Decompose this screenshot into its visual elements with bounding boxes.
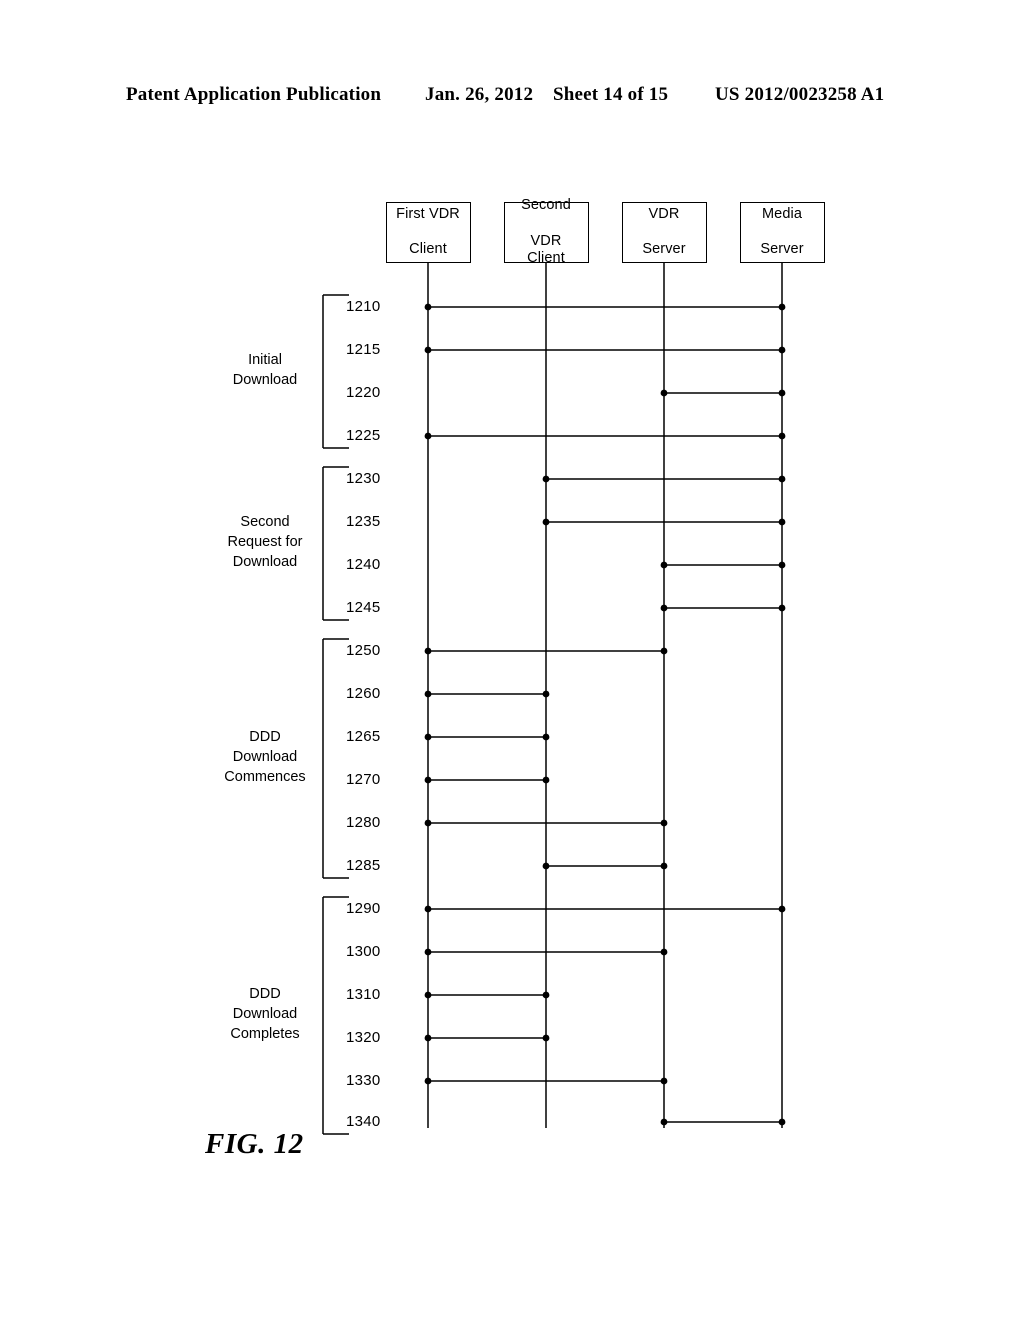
participant-box-media-server: Media Server [739, 202, 825, 263]
message-dot-start-1270 [424, 776, 432, 784]
message-1215 [424, 346, 786, 354]
message-1320 [424, 1034, 550, 1042]
step-number-1240: 1240 [346, 556, 381, 573]
participant-label-line2: Server [760, 241, 804, 258]
step-number-1290: 1290 [346, 900, 381, 917]
message-1310 [424, 991, 550, 999]
participant-label-line1: Second [521, 196, 571, 213]
message-dot-start-1280 [424, 819, 432, 827]
step-number-1245: 1245 [346, 599, 381, 616]
message-dot-start-1290 [424, 905, 432, 913]
participant-box-first-vdr-client: First VDR Client [385, 202, 471, 263]
message-dot-end-1220 [778, 389, 786, 397]
message-1340 [660, 1118, 786, 1126]
message-dot-end-1270 [542, 776, 550, 784]
step-number-1310: 1310 [346, 986, 381, 1003]
participant-label-line2: Client [409, 241, 447, 258]
step-number-1270: 1270 [346, 771, 381, 788]
step-number-1300: 1300 [346, 943, 381, 960]
message-dot-end-1240 [778, 561, 786, 569]
step-number-1260: 1260 [346, 685, 381, 702]
message-dot-start-1210 [424, 303, 432, 311]
message-dot-end-1235 [778, 518, 786, 526]
message-dot-start-1300 [424, 948, 432, 956]
message-dot-start-1340 [660, 1118, 668, 1126]
step-number-1285: 1285 [346, 857, 381, 874]
phase-label-0: Initial Download [232, 351, 298, 388]
participant-label-line1: Media [762, 205, 802, 222]
message-1290 [424, 905, 786, 913]
message-dot-end-1245 [778, 604, 786, 612]
message-dot-start-1235 [542, 518, 550, 526]
message-dot-end-1340 [778, 1118, 786, 1126]
message-1225 [424, 432, 786, 440]
message-dot-end-1300 [660, 948, 668, 956]
message-1240 [660, 561, 786, 569]
message-dot-start-1220 [660, 389, 668, 397]
message-dot-end-1250 [660, 647, 668, 655]
message-dot-end-1280 [660, 819, 668, 827]
message-dot-start-1265 [424, 733, 432, 741]
participant-box-vdr-server: VDR Server [621, 202, 707, 263]
message-dot-end-1330 [660, 1077, 668, 1085]
message-1220 [660, 389, 786, 397]
message-dot-end-1210 [778, 303, 786, 311]
step-number-1230: 1230 [346, 470, 381, 487]
message-dot-end-1265 [542, 733, 550, 741]
message-dot-start-1250 [424, 647, 432, 655]
step-number-1340: 1340 [346, 1113, 381, 1130]
message-dot-start-1320 [424, 1034, 432, 1042]
message-dot-start-1310 [424, 991, 432, 999]
message-dot-end-1320 [542, 1034, 550, 1042]
step-number-1215: 1215 [346, 341, 381, 358]
step-number-1320: 1320 [346, 1029, 381, 1046]
step-number-1250: 1250 [346, 642, 381, 659]
message-1270 [424, 776, 550, 784]
message-dot-start-1285 [542, 862, 550, 870]
phase-label-2: DDD Download Commences [224, 728, 306, 785]
participant-label-line2: Server [642, 241, 686, 258]
message-dot-start-1230 [542, 475, 550, 483]
participant-label-line2: VDR Client [527, 232, 565, 267]
phase-label-1: Second Request for Download [227, 513, 303, 570]
message-dot-end-1225 [778, 432, 786, 440]
figure-caption: FIG. 12 [205, 1128, 304, 1160]
step-number-1280: 1280 [346, 814, 381, 831]
step-number-1330: 1330 [346, 1072, 381, 1089]
message-dot-start-1330 [424, 1077, 432, 1085]
message-dot-end-1215 [778, 346, 786, 354]
participant-label-line1: VDR [648, 205, 680, 222]
message-1265 [424, 733, 550, 741]
step-number-1235: 1235 [346, 513, 381, 530]
message-1285 [542, 862, 668, 870]
step-number-1265: 1265 [346, 728, 381, 745]
step-number-1220: 1220 [346, 384, 381, 401]
step-number-1225: 1225 [346, 427, 381, 444]
message-dot-start-1215 [424, 346, 432, 354]
message-dot-end-1310 [542, 991, 550, 999]
sequence-diagram-figure: First VDR Client Second VDR Client VDR S… [0, 0, 1024, 1320]
message-1210 [424, 303, 786, 311]
message-dot-start-1240 [660, 561, 668, 569]
message-1245 [660, 604, 786, 612]
phase-label-3: DDD Download Completes [230, 985, 300, 1042]
participant-label-line1: First VDR [396, 205, 460, 222]
message-dot-end-1230 [778, 475, 786, 483]
message-dot-start-1225 [424, 432, 432, 440]
message-1260 [424, 690, 550, 698]
message-dot-start-1260 [424, 690, 432, 698]
message-dot-end-1290 [778, 905, 786, 913]
message-dot-end-1285 [660, 862, 668, 870]
message-dot-start-1245 [660, 604, 668, 612]
message-dot-end-1260 [542, 690, 550, 698]
participant-box-second-vdr-client: Second VDR Client [503, 197, 589, 266]
step-number-1210: 1210 [346, 298, 381, 315]
